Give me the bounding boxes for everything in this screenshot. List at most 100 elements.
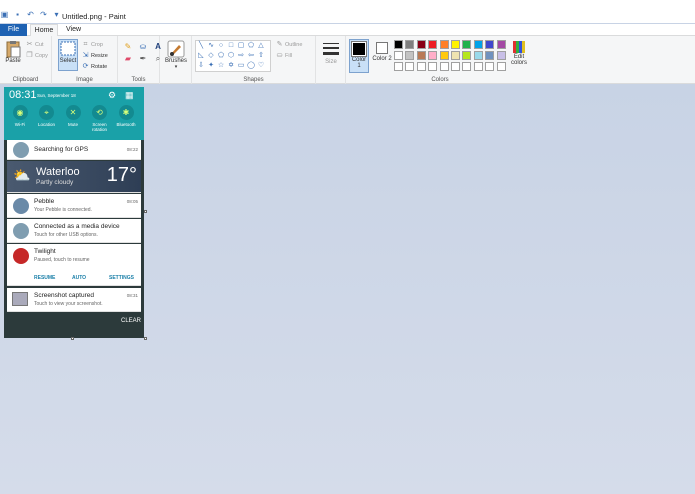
palette-swatch[interactable] [473, 62, 483, 71]
shapes-gallery[interactable]: ╲ ∿ ○ □ ▢ ⬠ △ ◺ ◇ ⬠ ⬡ ⇨ ⇦ ⇧ ⇩ ✦ ☆ ✡ ▭ ◯ ♡ [195, 40, 271, 72]
palette-swatch[interactable] [428, 40, 438, 49]
diamond-shape-icon[interactable]: ◇ [206, 51, 216, 61]
customize-toolbar-icon[interactable]: ▾ [52, 10, 61, 19]
callout-rect-shape-icon[interactable]: ▭ [236, 61, 246, 71]
down-arrow-shape-icon[interactable]: ⇩ [196, 61, 206, 71]
palette-swatch[interactable] [405, 62, 415, 71]
notif-weather[interactable]: ⛅ Waterloo Partly cloudy 17° [7, 161, 141, 193]
triangle-shape-icon[interactable]: △ [256, 41, 266, 51]
palette-swatch[interactable] [394, 51, 403, 60]
five-point-star-shape-icon[interactable]: ☆ [216, 61, 226, 71]
palette-swatch[interactable] [405, 40, 415, 49]
notif-gps[interactable]: Searching for GPS 08:22 [7, 140, 141, 160]
palette-swatch[interactable] [451, 51, 460, 60]
palette-swatch[interactable] [439, 40, 449, 49]
curve-shape-icon[interactable]: ∿ [206, 41, 216, 51]
notif-usb[interactable]: Connected as a media device Touch for ot… [7, 219, 141, 243]
notif-screenshot[interactable]: Screenshot captured Touch to view your s… [7, 288, 141, 312]
palette-swatch[interactable] [451, 40, 460, 49]
palette-swatch[interactable] [451, 62, 460, 71]
clear-button[interactable]: CLEAR [121, 318, 141, 324]
palette-swatch[interactable] [496, 51, 506, 60]
palette-swatch[interactable] [416, 51, 426, 60]
color1-button[interactable]: Color 1 [349, 39, 369, 73]
polygon-shape-icon[interactable]: ⬠ [246, 41, 256, 51]
heart-shape-icon[interactable]: ♡ [256, 61, 266, 71]
partly-cloudy-icon: ⛅ [13, 167, 31, 183]
palette-swatch[interactable] [496, 40, 506, 49]
resize-handle-corner[interactable] [144, 337, 147, 340]
notif-pebble[interactable]: Pebble Your Pebble is connected. 08:05 [7, 194, 141, 218]
tab-home[interactable]: Home [30, 24, 58, 36]
size-button[interactable]: Size [320, 41, 342, 65]
twilight-settings-button[interactable]: SETTINGS [109, 275, 134, 281]
fill-button[interactable]: ⛀ Fill [276, 52, 292, 59]
up-arrow-shape-icon[interactable]: ⇧ [256, 51, 266, 61]
palette-swatch[interactable] [428, 62, 438, 71]
palette-swatch[interactable] [439, 62, 449, 71]
hexagon-shape-icon[interactable]: ⬡ [226, 51, 236, 61]
quick-toggle[interactable]: ⌖ Location [34, 105, 60, 127]
right-arrow-shape-icon[interactable]: ⇨ [236, 51, 246, 61]
six-point-star-shape-icon[interactable]: ✡ [226, 61, 236, 71]
rotate-button[interactable]: ⟳ Rotate [82, 63, 108, 70]
quick-toggle[interactable]: ✕ Mute [60, 105, 86, 127]
grid-icon[interactable]: ▦ [125, 90, 134, 101]
palette-swatch[interactable] [496, 62, 506, 71]
quick-toggle[interactable]: ◉ Wi-Fi [7, 105, 33, 127]
callout-oval-shape-icon[interactable]: ◯ [246, 61, 256, 71]
pentagon-shape-icon[interactable]: ⬠ [216, 51, 226, 61]
copy-button[interactable]: ❐ Copy [26, 52, 47, 59]
palette-swatch[interactable] [485, 62, 495, 71]
palette-swatch[interactable] [462, 40, 472, 49]
select-button[interactable]: Select [58, 39, 78, 71]
crop-button[interactable]: ⌗ Crop [82, 41, 103, 48]
fill-bucket-icon[interactable]: ⛀ [137, 42, 149, 51]
quick-toggle[interactable]: ⟲ Screen rotation [87, 105, 113, 132]
four-point-star-shape-icon[interactable]: ✦ [206, 61, 216, 71]
quick-toggle[interactable]: ✱ Bluetooth [113, 105, 139, 127]
color2-button[interactable]: Color 2 [372, 39, 392, 73]
notif-twilight[interactable]: Twilight Paused, touch to resume RESUME … [7, 244, 141, 286]
settings-gear-icon[interactable]: ⚙ [108, 90, 116, 101]
twilight-resume-button[interactable]: RESUME [34, 275, 55, 281]
palette-swatch[interactable] [405, 51, 415, 60]
rounded-rectangle-shape-icon[interactable]: ▢ [236, 41, 246, 51]
palette-swatch[interactable] [473, 40, 483, 49]
palette-swatch[interactable] [485, 51, 495, 60]
brushes-button[interactable]: Brushes ▾ [164, 40, 188, 70]
oval-shape-icon[interactable]: ○ [216, 41, 226, 51]
palette-swatch[interactable] [439, 51, 449, 60]
tab-view[interactable]: View [60, 24, 87, 36]
redo-icon[interactable]: ↷ [39, 10, 48, 19]
twilight-auto-button[interactable]: AUTO [72, 275, 86, 281]
color-picker-icon[interactable]: ✒ [137, 54, 149, 64]
palette-swatch[interactable] [416, 62, 426, 71]
line-shape-icon[interactable]: ╲ [196, 41, 206, 51]
pencil-icon[interactable]: ✎ [122, 42, 134, 51]
right-triangle-shape-icon[interactable]: ◺ [196, 51, 206, 61]
undo-icon[interactable]: ↶ [26, 10, 35, 19]
palette-swatch[interactable] [416, 40, 426, 49]
pasted-screenshot[interactable]: 08:31 Sun, September 18 ⚙ ▦ ◉ Wi-Fi ⌖ Locat… [4, 87, 144, 338]
palette-swatch[interactable] [428, 51, 438, 60]
brushes-group: Brushes ▾ [160, 36, 192, 84]
palette-swatch[interactable] [462, 51, 472, 60]
resize-handle-right[interactable] [144, 210, 147, 213]
resize-button[interactable]: ⇲ Resize [82, 52, 108, 59]
palette-swatch[interactable] [485, 40, 495, 49]
palette-swatch[interactable] [394, 40, 403, 49]
tab-file[interactable]: File [0, 24, 27, 36]
left-arrow-shape-icon[interactable]: ⇦ [246, 51, 256, 61]
cut-button[interactable]: ✂ Cut [26, 41, 44, 48]
palette-swatch[interactable] [462, 62, 472, 71]
edit-colors-button[interactable]: Edit colors [508, 40, 530, 66]
paste-button[interactable]: Paste [3, 40, 23, 64]
palette-swatch[interactable] [394, 62, 403, 71]
resize-handle-bottom[interactable] [71, 337, 74, 340]
eraser-icon[interactable]: ▰ [122, 54, 134, 64]
palette-swatch[interactable] [473, 51, 483, 60]
outline-button[interactable]: ✎ Outline [276, 41, 303, 48]
rectangle-shape-icon[interactable]: □ [226, 41, 236, 51]
save-icon[interactable]: ▪ [13, 10, 22, 19]
